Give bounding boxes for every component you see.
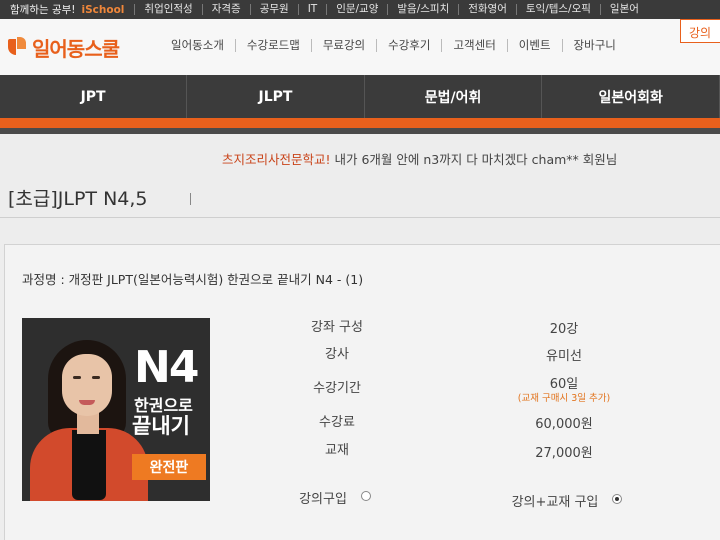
thumb-line2: 끝내기: [132, 414, 190, 438]
ticker-school: 츠지조리사전문학교!: [222, 152, 331, 167]
option-lecture-book-radio[interactable]: [612, 494, 622, 504]
header-menu: 일어동소개 수강로드맵 무료강의 수강후기 고객센터 이벤트 장바구니: [160, 39, 627, 52]
page-title: [초급]JLPT N4,5: [8, 188, 148, 210]
topbar-item-speech[interactable]: 발음/스피치: [387, 4, 458, 15]
top-utility-bar: 함께하는 공부! iSchool 취업인적성 자격증 공무원 IT 인문/교양 …: [0, 0, 720, 19]
option-lecture-book-label: 강의+교재 구입: [511, 495, 599, 510]
option-lecture-radio[interactable]: [361, 491, 371, 501]
course-thumbnail[interactable]: N4 한권으로 끝내기 완전판: [22, 318, 210, 501]
site-logo[interactable]: 일어동스쿨: [6, 33, 120, 62]
nav-conversation[interactable]: 일본어회화: [542, 75, 720, 118]
topbar-item-license[interactable]: 자격증: [201, 4, 250, 15]
label-textbook: 교재: [325, 443, 349, 458]
topbar-item-japanese[interactable]: 일본어: [599, 4, 648, 15]
value-tuition: 60,000원: [535, 417, 593, 432]
label-period: 수강기간: [313, 381, 361, 396]
menu-roadmap[interactable]: 수강로드맵: [234, 39, 311, 52]
topbar-item-career[interactable]: 취업인적성: [134, 4, 201, 15]
nav-accent-line: [0, 118, 720, 128]
label-instructor: 강사: [325, 347, 349, 362]
course-name: 과정명 : 개정판 JLPT(일본어능력시험) 한권으로 끝내기 N4 - (1…: [22, 272, 364, 287]
site-header: 일어동스쿨 일어동소개 수강로드맵 무료강의 수강후기 고객센터 이벤트 장바구…: [0, 19, 720, 75]
lecture-button[interactable]: 강의: [680, 19, 720, 43]
nav-jlpt[interactable]: JLPT: [187, 75, 365, 118]
topbar-item-civil-service[interactable]: 공무원: [249, 4, 298, 15]
menu-customer-center[interactable]: 고객센터: [441, 39, 506, 52]
ticker-message: 내가 6개월 안에 n3까지 다 마치겠다 cham** 회원님: [330, 152, 618, 167]
value-instructor: 유미선: [546, 349, 582, 364]
instructor-photo: [62, 354, 112, 416]
ischool-link[interactable]: iSchool: [82, 4, 135, 16]
menu-about[interactable]: 일어동소개: [160, 39, 235, 52]
main-nav: JPT JLPT 문법/어휘 일본어회화: [0, 75, 720, 118]
topbar-item-humanities[interactable]: 인문/교양: [326, 4, 387, 15]
review-ticker[interactable]: 츠지조리사전문학교! 내가 6개월 안에 n3까지 다 마치겠다 cham** …: [222, 149, 617, 168]
value-textbook: 27,000원: [535, 446, 593, 461]
label-lecture-count: 강좌 구성: [311, 320, 363, 335]
topbar-item-toeic[interactable]: 토익/텝스/오픽: [515, 4, 600, 15]
menu-events[interactable]: 이벤트: [506, 39, 562, 52]
menu-cart[interactable]: 장바구니: [561, 39, 627, 52]
logo-icon: [6, 36, 28, 59]
topbar-item-it[interactable]: IT: [297, 4, 327, 15]
logo-text: 일어동스쿨: [32, 37, 120, 61]
value-lecture-count: 20강: [549, 322, 579, 337]
promo-text: 함께하는 공부!: [10, 4, 76, 16]
title-divider: [190, 193, 191, 205]
value-period-note: (교재 구매시 3일 추가): [517, 393, 611, 404]
label-tuition: 수강료: [319, 415, 355, 430]
thumb-level: N4: [134, 342, 199, 393]
menu-free-lectures[interactable]: 무료강의: [310, 39, 376, 52]
thumb-badge: 완전판: [132, 454, 206, 480]
topbar-item-phone-english[interactable]: 전화영어: [458, 4, 516, 15]
nav-jpt[interactable]: JPT: [0, 75, 188, 118]
menu-reviews[interactable]: 수강후기: [376, 39, 441, 52]
nav-grammar[interactable]: 문법/어휘: [365, 75, 543, 118]
title-rule: [0, 217, 720, 218]
nav-submenu-strip: [0, 128, 720, 134]
